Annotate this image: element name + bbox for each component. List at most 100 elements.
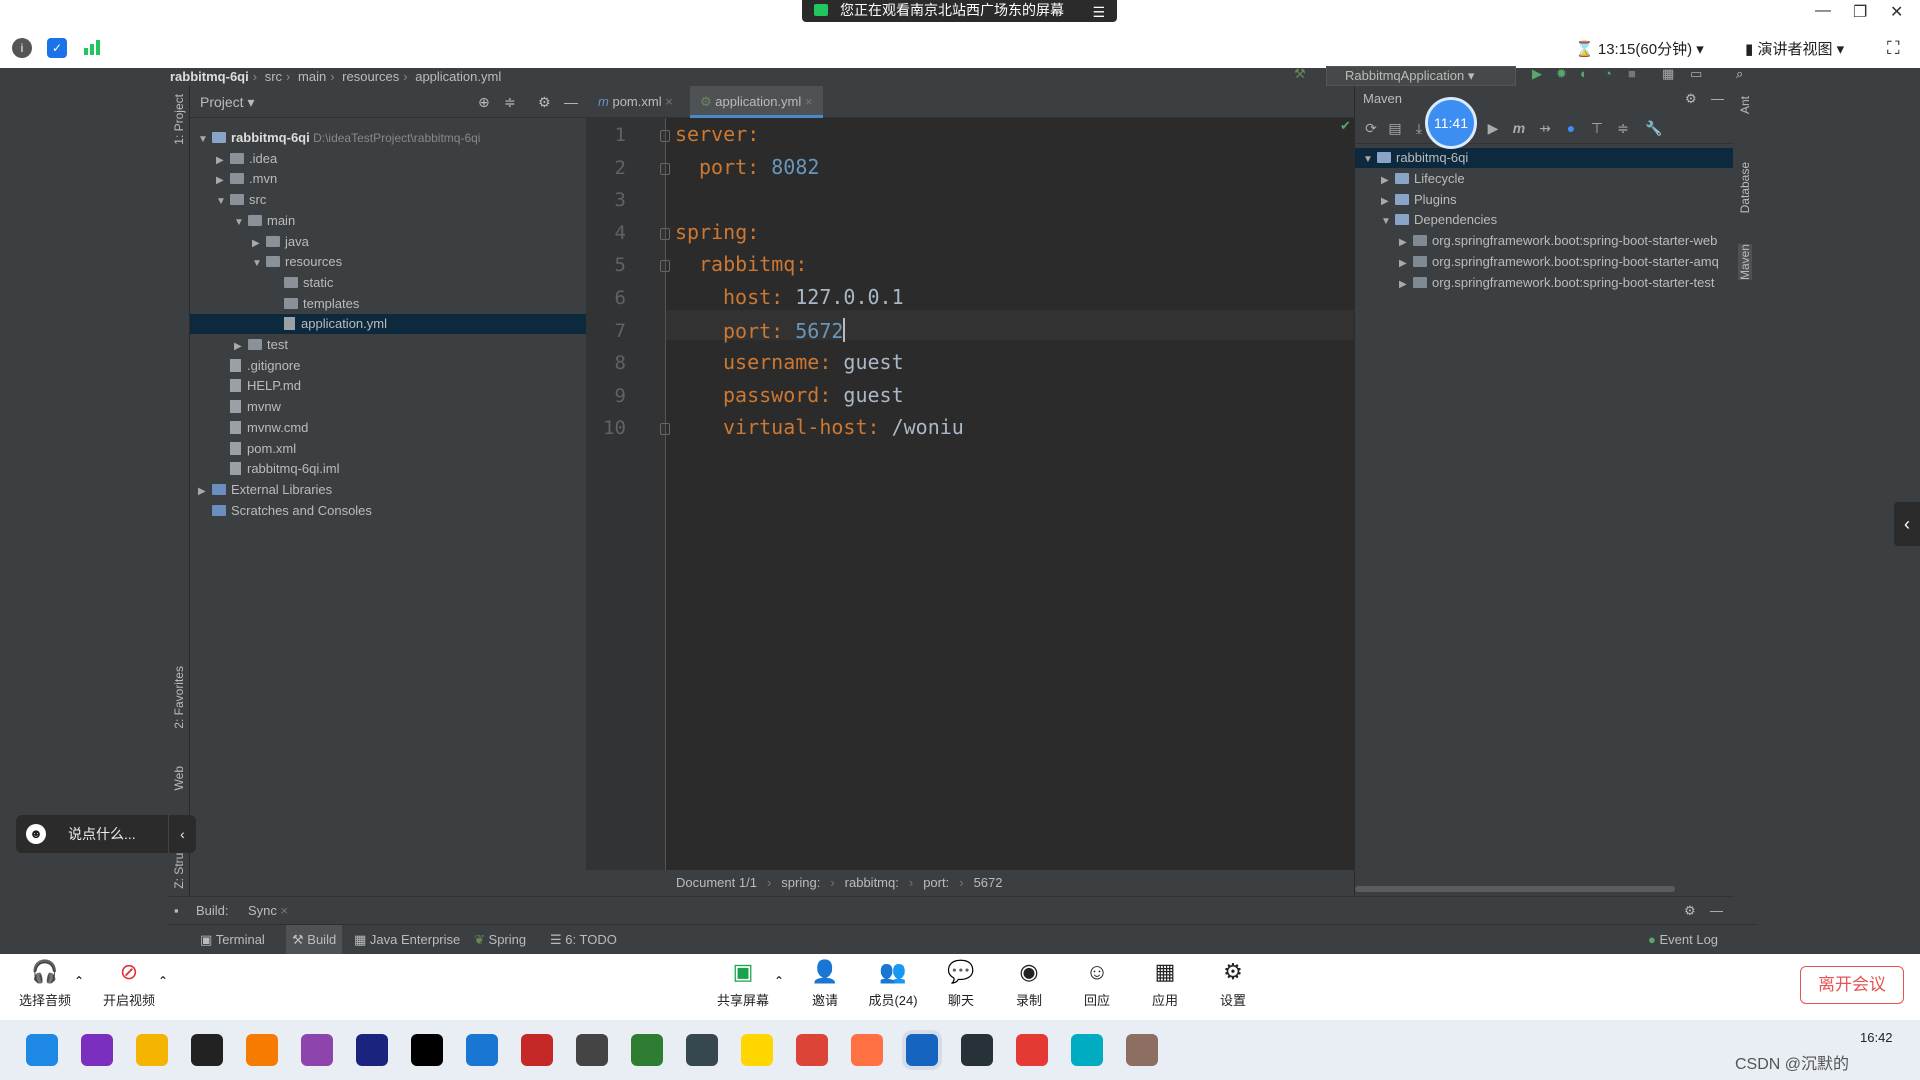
- tree-item[interactable]: mvnw.cmd: [216, 418, 308, 438]
- fullscreen-icon[interactable]: ⛶: [1887, 38, 1900, 59]
- taskbar-app-icon[interactable]: [906, 1034, 938, 1066]
- stop-icon[interactable]: ■: [1628, 66, 1636, 81]
- leave-meeting-button[interactable]: 离开会议: [1800, 966, 1904, 1004]
- taskbar-app-icon[interactable]: [961, 1034, 993, 1066]
- maven-tree-item[interactable]: ▶ Plugins: [1381, 190, 1457, 210]
- menu-icon[interactable]: ☰: [1092, 2, 1105, 22]
- run-icon[interactable]: ▶: [1485, 120, 1501, 136]
- web-tool-tab[interactable]: Web: [172, 766, 186, 790]
- taskbar-app-icon[interactable]: [631, 1034, 663, 1066]
- collapse-all-icon[interactable]: ≑: [504, 86, 516, 118]
- taskbar-app-icon[interactable]: [191, 1034, 223, 1066]
- record-button[interactable]: ◉ 录制: [994, 958, 1064, 1009]
- horizontal-scrollbar[interactable]: [1355, 886, 1675, 892]
- gear-icon[interactable]: ⚙: [1685, 86, 1697, 112]
- taskbar-app-icon[interactable]: [301, 1034, 333, 1066]
- tab-application-yml[interactable]: ⚙ application.yml ×: [690, 86, 823, 118]
- maven-goal-icon[interactable]: m: [1511, 120, 1527, 136]
- search-icon[interactable]: ⌕: [1736, 66, 1743, 82]
- taskbar-app-icon[interactable]: [136, 1034, 168, 1066]
- taskbar-app-icon[interactable]: [851, 1034, 883, 1066]
- chevron-right-icon[interactable]: ▶: [216, 171, 230, 191]
- chevron-left-icon[interactable]: ‹: [1894, 502, 1920, 546]
- close-icon[interactable]: ✕: [1890, 2, 1903, 22]
- todo-tool-button[interactable]: ☰ 6: TODO: [550, 925, 617, 955]
- tree-item[interactable]: ▼ src: [216, 190, 266, 210]
- meeting-timer[interactable]: ⌛ 13:15(60分钟) ▾: [1575, 38, 1704, 59]
- fold-marker-icon[interactable]: [660, 130, 670, 142]
- taskbar-app-icon[interactable]: [686, 1034, 718, 1066]
- tree-item[interactable]: Scratches and Consoles: [198, 501, 372, 521]
- hide-icon[interactable]: —: [1711, 86, 1724, 112]
- tree-item[interactable]: ▶ .idea: [216, 149, 277, 169]
- video-button[interactable]: ⊘ 开启视频: [94, 958, 164, 1009]
- event-log-button[interactable]: ● Event Log: [1648, 925, 1718, 955]
- chevron-down-icon[interactable]: ▼: [234, 213, 248, 233]
- fold-marker-icon[interactable]: [660, 260, 670, 273]
- clock-bubble[interactable]: 11:41: [1425, 97, 1477, 149]
- emoji-icon[interactable]: ☻: [26, 824, 46, 844]
- java-enterprise-tool-button[interactable]: ▦ Java Enterprise: [354, 925, 460, 955]
- build-tool-button[interactable]: ⚒ Build: [286, 925, 343, 955]
- window-icon[interactable]: ▭: [1690, 66, 1702, 82]
- taskbar-app-icon[interactable]: [81, 1034, 113, 1066]
- taskbar-app-icon[interactable]: [356, 1034, 388, 1066]
- taskbar-app-icon[interactable]: [1016, 1034, 1048, 1066]
- code-line[interactable]: port: 8082: [699, 155, 819, 179]
- chevron-right-icon[interactable]: ▶: [234, 337, 248, 357]
- chevron-right-icon[interactable]: ▶: [1381, 192, 1395, 212]
- coverage-icon[interactable]: ◐: [1580, 66, 1588, 81]
- maven-tree-item[interactable]: ▶ org.springframework.boot:spring-boot-st…: [1399, 231, 1717, 251]
- maven-tree-item[interactable]: ▶ Lifecycle: [1381, 169, 1465, 189]
- code-line[interactable]: server:: [675, 122, 759, 146]
- code-line[interactable]: password: guest: [723, 383, 904, 407]
- taskbar-app-icon[interactable]: [576, 1034, 608, 1066]
- maven-tree-item[interactable]: ▼ rabbitmq-6qi: [1355, 148, 1733, 168]
- breadcrumb-file[interactable]: application.yml: [415, 69, 501, 84]
- chevron-up-icon[interactable]: ⌃: [774, 974, 784, 988]
- breadcrumb-main[interactable]: main: [298, 69, 326, 84]
- run-icon[interactable]: ▶: [1532, 66, 1542, 82]
- apps-button[interactable]: ▦ 应用: [1130, 958, 1200, 1009]
- chevron-left-icon[interactable]: ‹: [168, 815, 196, 853]
- taskbar-app-icon[interactable]: [796, 1034, 828, 1066]
- presenter-view-button[interactable]: ▮ 演讲者视图 ▾: [1745, 38, 1844, 59]
- tree-item[interactable]: ▶ java: [252, 232, 309, 252]
- add-project-icon[interactable]: ▤: [1387, 120, 1403, 136]
- code-line[interactable]: virtual-host: /woniu: [723, 415, 964, 439]
- run-config-select[interactable]: RabbitmqApplication ▾: [1326, 66, 1516, 86]
- tab-pom-xml[interactable]: m pom.xml ×: [588, 86, 683, 118]
- tree-item[interactable]: templates: [270, 294, 359, 314]
- taskbar-app-icon[interactable]: [26, 1034, 58, 1066]
- chevron-right-icon[interactable]: ▶: [252, 234, 266, 254]
- tree-item[interactable]: ▼ rabbitmq-6qi D:\ideaTestProject\rabbitm…: [198, 128, 480, 148]
- gear-icon[interactable]: ⚙: [538, 86, 551, 118]
- chevron-down-icon[interactable]: ▼: [216, 192, 230, 212]
- fold-marker-icon[interactable]: [660, 423, 670, 436]
- minimize-icon[interactable]: —: [1815, 2, 1831, 20]
- tree-item[interactable]: mvnw: [216, 397, 281, 417]
- status-breadcrumb-item[interactable]: port:: [923, 875, 949, 890]
- taskbar-app-icon[interactable]: [466, 1034, 498, 1066]
- locate-icon[interactable]: ⊕: [478, 86, 490, 118]
- settings-button[interactable]: ⚙ 设置: [1198, 958, 1268, 1009]
- chevron-right-icon[interactable]: ▶: [1399, 275, 1413, 295]
- chevron-right-icon[interactable]: ▶: [216, 151, 230, 171]
- fold-marker-icon[interactable]: [660, 227, 670, 240]
- tree-item[interactable]: ▶ test: [234, 335, 288, 355]
- project-view-selector[interactable]: Project ▾: [200, 94, 255, 110]
- database-tool-tab[interactable]: Database: [1738, 162, 1752, 213]
- invite-button[interactable]: 👤 邀请: [790, 958, 860, 1009]
- toggle-offline-icon[interactable]: ⇸: [1537, 120, 1553, 136]
- taskbar-app-icon[interactable]: [741, 1034, 773, 1066]
- chevron-down-icon[interactable]: ▼: [1381, 212, 1395, 232]
- chevron-down-icon[interactable]: ▼: [198, 130, 212, 150]
- skip-tests-icon[interactable]: ●: [1563, 120, 1579, 136]
- close-icon[interactable]: ×: [281, 903, 289, 918]
- chevron-right-icon[interactable]: ▶: [1381, 171, 1395, 191]
- status-breadcrumb-item[interactable]: spring:: [781, 875, 820, 890]
- maven-tree-item[interactable]: ▶ org.springframework.boot:spring-boot-st…: [1399, 252, 1719, 272]
- shield-icon[interactable]: ✓: [47, 38, 67, 58]
- taskbar-app-icon[interactable]: [1071, 1034, 1103, 1066]
- maven-tool-tab[interactable]: Maven: [1738, 244, 1752, 281]
